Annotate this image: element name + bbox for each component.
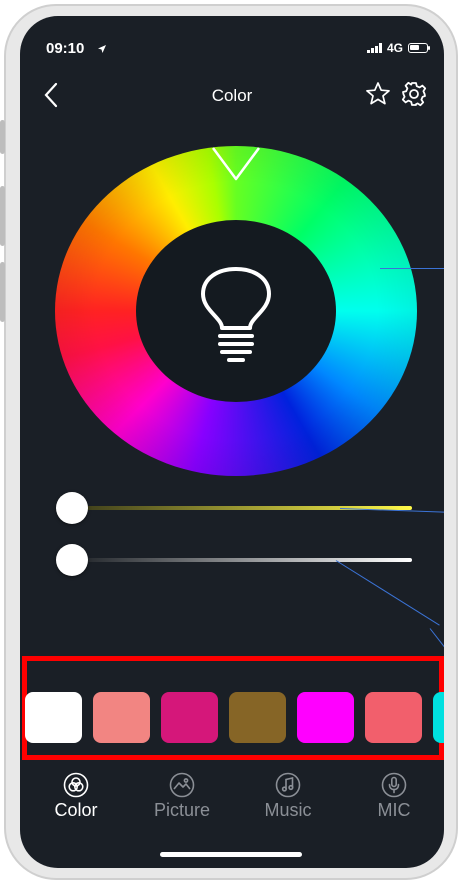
color-preset-swatch[interactable] bbox=[25, 692, 82, 743]
volume-up-button bbox=[0, 186, 5, 246]
light-bulb-icon[interactable] bbox=[197, 266, 275, 366]
color-wheel[interactable] bbox=[55, 146, 417, 476]
saturation-track[interactable] bbox=[72, 558, 412, 562]
status-bar: 09:10 4G bbox=[20, 16, 444, 76]
color-preset-swatch[interactable] bbox=[365, 692, 422, 743]
home-indicator[interactable] bbox=[160, 852, 302, 857]
music-note-icon bbox=[275, 772, 301, 798]
microphone-icon bbox=[381, 772, 407, 798]
saturation-knob[interactable] bbox=[56, 544, 88, 576]
tab-mic[interactable]: MIC bbox=[344, 772, 444, 821]
color-preset-swatch[interactable] bbox=[229, 692, 286, 743]
tab-picture-label: Picture bbox=[153, 800, 211, 820]
location-arrow-icon bbox=[98, 45, 106, 53]
status-time: 09:10 bbox=[46, 40, 85, 57]
tab-music[interactable]: Music bbox=[238, 772, 338, 821]
tab-mic-label: MIC bbox=[377, 800, 411, 820]
favorite-star-icon[interactable] bbox=[364, 80, 392, 108]
color-preset-swatch[interactable] bbox=[161, 692, 218, 743]
tab-picture[interactable]: Picture bbox=[132, 772, 232, 821]
volume-down-button bbox=[0, 262, 5, 322]
color-preset-swatch[interactable] bbox=[93, 692, 150, 743]
settings-gear-icon[interactable] bbox=[400, 80, 428, 108]
mute-switch bbox=[0, 120, 5, 154]
tab-bar: Color Picture Music MIC bbox=[20, 772, 444, 832]
app-screen: 09:10 4G Color Color Picture Music MIC bbox=[20, 16, 444, 868]
brightness-knob[interactable] bbox=[56, 492, 88, 524]
rgb-circles-icon bbox=[63, 772, 89, 798]
image-icon bbox=[169, 772, 195, 798]
signal-icon bbox=[367, 43, 382, 53]
color-preset-swatch[interactable] bbox=[297, 692, 354, 743]
nav-bar: Color bbox=[20, 78, 444, 114]
color-preset-swatch[interactable] bbox=[433, 692, 444, 743]
network-label: 4G bbox=[386, 41, 403, 55]
tab-music-label: Music bbox=[264, 800, 312, 820]
wheel-pointer-icon[interactable] bbox=[211, 146, 261, 182]
color-presets-highlight bbox=[22, 656, 444, 760]
tab-color[interactable]: Color bbox=[26, 772, 126, 821]
wheel-callout-line bbox=[380, 268, 444, 269]
saturation-slider[interactable] bbox=[56, 542, 414, 578]
battery-icon bbox=[408, 43, 430, 53]
status-indicators: 4G bbox=[367, 41, 430, 55]
phone-mockup: 09:10 4G Color Color Picture Music MIC bbox=[0, 0, 464, 884]
tab-color-label: Color bbox=[54, 800, 98, 820]
